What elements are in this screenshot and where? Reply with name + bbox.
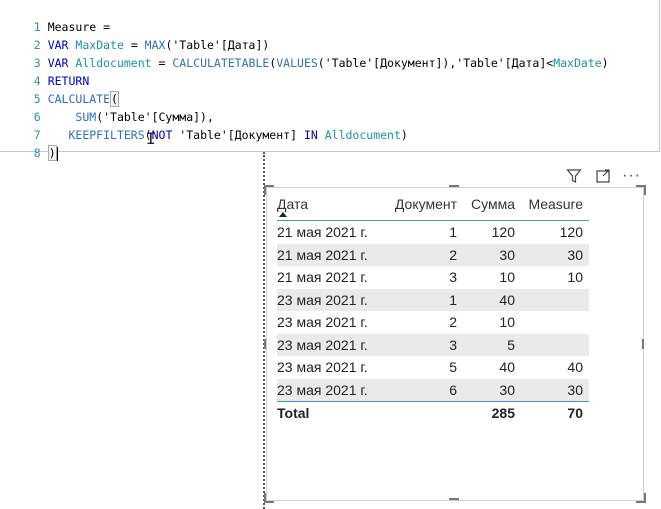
sum-cell: 40 [463, 288, 521, 311]
code-line-2[interactable]: 2 VAR MaxDate = MAX('Table'[Дата]) [0, 18, 270, 52]
sum-cell: 30 [463, 378, 521, 402]
variable-ref: MaxDate [553, 56, 602, 70]
paren: ) [601, 56, 609, 70]
measure-cell [521, 333, 589, 356]
code-line-5[interactable]: 5 CALCULATE( [0, 72, 119, 107]
table-row: 23 мая 2021 г. 1 40 [277, 288, 589, 311]
column-header-sum[interactable]: Сумма [463, 194, 521, 221]
resize-handle-right[interactable] [642, 339, 644, 349]
resize-corner-bottom-right[interactable] [636, 493, 646, 503]
date-cell: 23 мая 2021 г. [277, 333, 383, 356]
table-header-row: Дата Документ Сумма Measure [277, 194, 589, 221]
more-options-icon[interactable]: ··· [622, 168, 641, 184]
sum-cell: 120 [491, 224, 515, 241]
table-row: 21 мая 2021 г. 1 120 120 [277, 221, 589, 244]
function-name: VALUES [276, 56, 318, 70]
table-row: 23 мая 2021 г. 6 30 30 [277, 378, 589, 402]
total-measure-cell: 70 [521, 401, 589, 425]
sum-cell: 10 [499, 314, 515, 331]
total-document-cell [383, 401, 463, 425]
code-line-1[interactable]: 1 Measure = [0, 0, 110, 34]
column-header-measure[interactable]: Measure [521, 194, 589, 221]
date-cell: 21 мая 2021 г. [277, 243, 383, 266]
resize-handle-bottom[interactable] [449, 498, 459, 500]
measure-cell [521, 311, 589, 334]
focus-mode-icon[interactable] [595, 168, 611, 188]
resize-corner-top-right[interactable] [636, 185, 646, 195]
date-cell: 23 мая 2021 г. [277, 359, 368, 376]
table-row: 23 мая 2021 г. 3 5 [277, 333, 589, 356]
function-name: CALCULATETABLE [172, 56, 270, 70]
argument: ('Table'[Документ]),'Table'[Дата]< [317, 56, 554, 70]
document-cell: 1 [383, 288, 463, 311]
data-table: Дата Документ Сумма Measure 21 мая 2021 … [277, 194, 589, 425]
code-line-4[interactable]: 4 RETURN [0, 54, 90, 88]
sum-cell: 10 [499, 269, 515, 286]
argument: 'Table'[Документ] [172, 128, 304, 142]
line-number: 8 [33, 146, 41, 160]
keyword: IN [303, 128, 318, 142]
date-cell: 23 мая 2021 г. [277, 288, 383, 311]
column-header-date[interactable]: Дата [277, 194, 383, 221]
function-name: KEEPFILTERS [68, 128, 145, 142]
table-row: 23 мая 2021 г. 2 10 [277, 311, 589, 334]
measure-cell: 10 [567, 269, 583, 286]
sum-cell: 30 [463, 243, 521, 266]
total-label: Total [277, 401, 383, 425]
resize-corner-top-left[interactable] [264, 185, 274, 195]
resize-handle-top[interactable] [449, 185, 459, 187]
document-cell: 5 [449, 359, 457, 376]
measure-cell: 120 [559, 224, 583, 241]
text-caret [56, 146, 58, 161]
resize-corner-bottom-left[interactable] [264, 493, 274, 503]
document-cell: 1 [449, 224, 457, 241]
table-row: 23 мая 2021 г. 5 40 40 [277, 356, 589, 379]
date-cell: 23 мая 2021 г. [277, 314, 368, 331]
document-cell: 2 [383, 243, 463, 266]
measure-cell: 30 [521, 243, 589, 266]
code-line-8[interactable]: 8) [0, 126, 58, 161]
ibeam-cursor-icon: I [146, 129, 156, 148]
document-cell: 3 [449, 269, 457, 286]
document-cell: 3 [383, 333, 463, 356]
document-cell: 6 [383, 378, 463, 402]
dax-formula-editor[interactable]: 1 Measure = 2 VAR MaxDate = MAX('Table'[Да… [0, 0, 660, 161]
sum-cell: 40 [499, 359, 515, 376]
table-row: 21 мая 2021 г. 2 30 30 [277, 243, 589, 266]
document-cell: 2 [449, 314, 457, 331]
code-line-6[interactable]: 6 SUM('Table'[Сумма]), [0, 90, 214, 124]
canvas-divider [263, 152, 265, 509]
paren: ) [400, 128, 408, 142]
measure-cell: 30 [521, 378, 589, 402]
table-row: 21 мая 2021 г. 3 10 10 [277, 266, 589, 289]
total-sum-cell: 285 [463, 401, 521, 425]
variable-ref: Alldocument [324, 128, 401, 142]
filter-icon[interactable] [566, 168, 582, 188]
date-cell: 23 мая 2021 г. [277, 378, 383, 402]
column-header-document[interactable]: Документ [383, 194, 463, 221]
measure-cell: 40 [567, 359, 583, 376]
measure-cell [521, 288, 589, 311]
matched-paren: ) [47, 145, 57, 161]
date-cell: 21 мая 2021 г. [277, 269, 368, 286]
date-cell: 21 мая 2021 г. [277, 224, 368, 241]
code-line-3[interactable]: 3 VAR Alldocument = CALCULATETABLE(VALUES… [0, 36, 609, 70]
resize-handle-left[interactable] [264, 339, 266, 349]
sum-cell: 5 [463, 333, 521, 356]
total-row: Total 285 70 [277, 401, 589, 425]
sort-ascending-icon [279, 212, 287, 217]
code-line-7[interactable]: 7 KEEPFILTERS(NOT 'Table'[Документ] IN A… [0, 108, 408, 142]
operator: = [151, 56, 173, 70]
